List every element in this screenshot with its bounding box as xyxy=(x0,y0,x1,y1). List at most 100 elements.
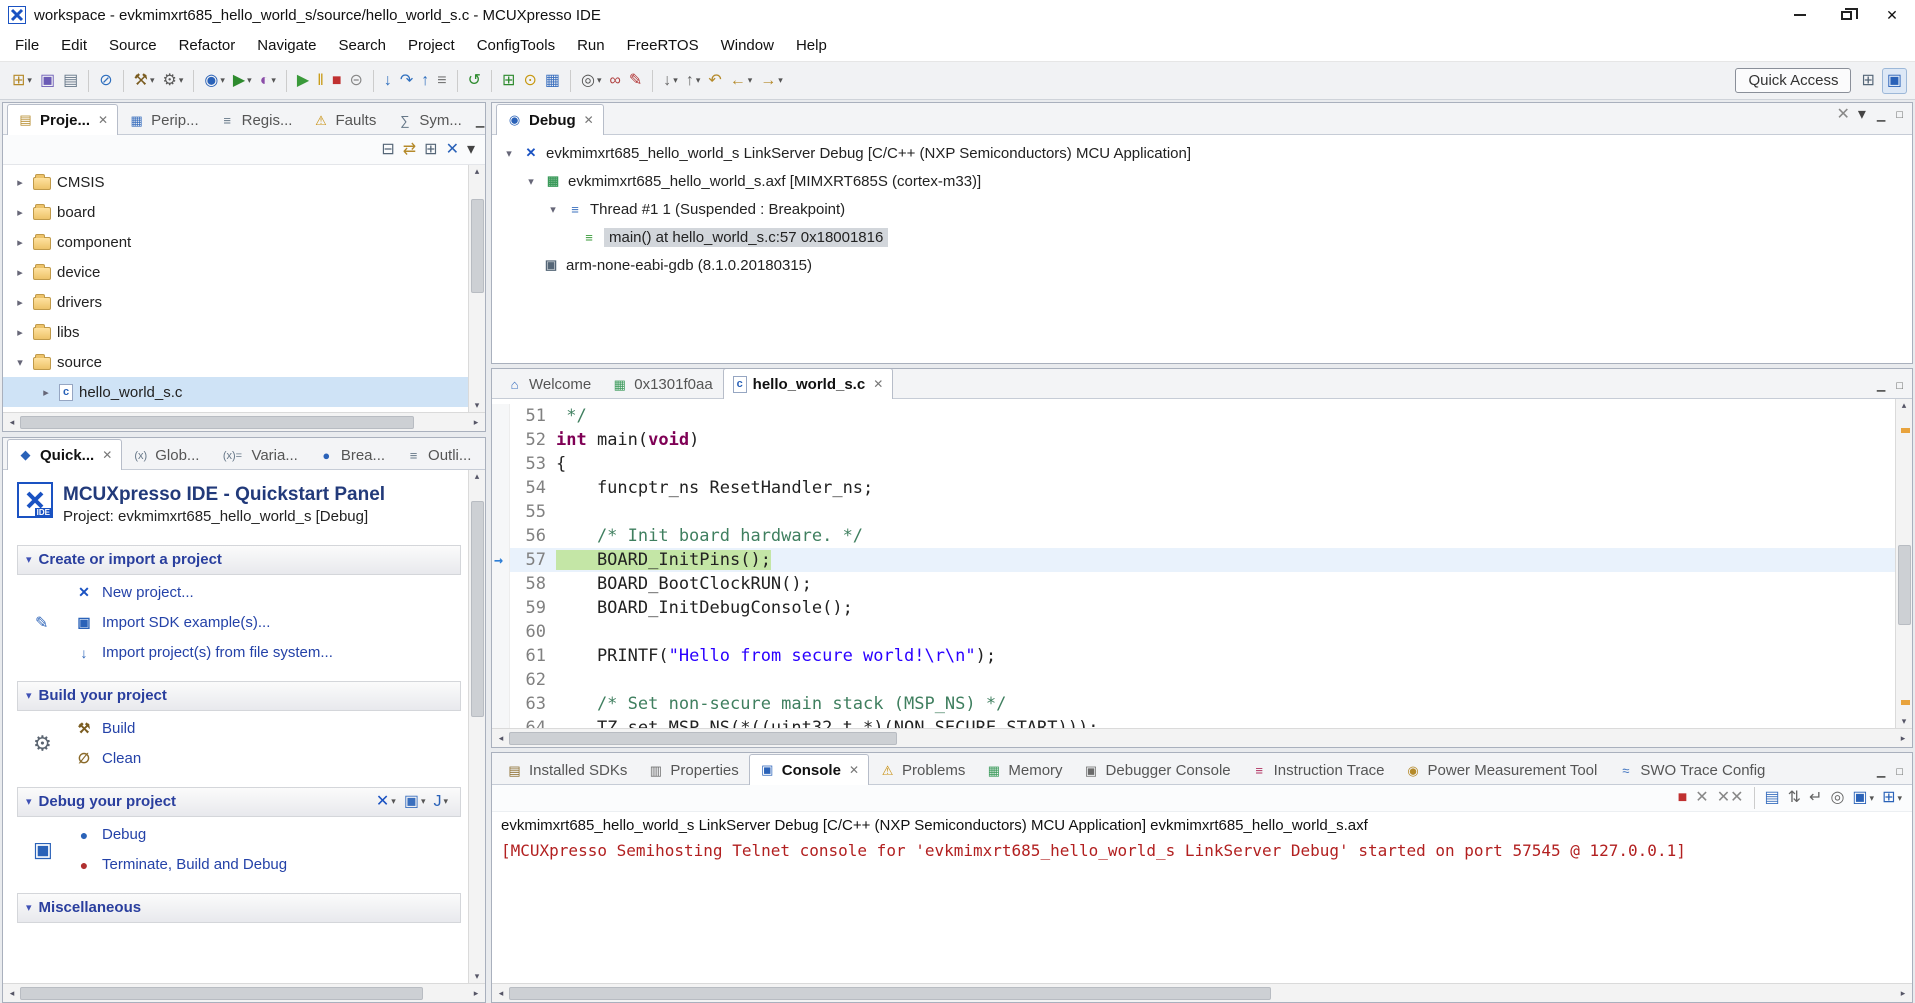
terminate-build-debug-link-row[interactable]: ● Terminate, Build and Debug xyxy=(17,850,461,880)
menu-file[interactable]: File xyxy=(4,30,50,61)
code-line-53[interactable]: 53{ xyxy=(492,452,1912,476)
breakpoint-ruler[interactable] xyxy=(492,452,510,476)
section-build[interactable]: ▾ Build your project xyxy=(17,681,461,711)
tab-memory-address[interactable]: ▦ 0x1301f0aa xyxy=(601,370,722,398)
tab-installed-sdks[interactable]: ▤ Installed SDKs xyxy=(496,756,637,784)
menu-run[interactable]: Run xyxy=(566,30,616,61)
breakpoint-ruler[interactable] xyxy=(492,500,510,524)
breakpoint-ruler[interactable] xyxy=(492,668,510,692)
previous-annotation-icon[interactable]: ↑▾ xyxy=(682,68,705,94)
remove-launch-icon[interactable]: ✕ xyxy=(1691,785,1712,811)
debug-stack-frame-row[interactable]: ≡ main() at hello_world_s.c:57 0x1800181… xyxy=(492,223,1912,251)
collapse-all-icon[interactable]: ⊟ xyxy=(377,137,398,163)
collapse-icon[interactable]: ▾ xyxy=(26,553,32,566)
open-perspective-icon[interactable]: ⊞ xyxy=(1857,68,1878,94)
collapse-icon[interactable]: ▾ xyxy=(26,901,32,914)
instruction-stepping-icon[interactable]: ≡ xyxy=(433,68,450,94)
collapse-icon[interactable]: ▾ xyxy=(502,147,516,160)
scroll-left-icon[interactable]: ◂ xyxy=(4,418,20,427)
breakpoint-ruler[interactable] xyxy=(492,620,510,644)
focus-on-project-icon[interactable]: ✕ xyxy=(442,137,463,163)
expand-selected-icon[interactable]: ⊞ xyxy=(420,137,441,163)
expand-icon[interactable]: ▸ xyxy=(13,176,27,189)
breakpoint-ruler[interactable] xyxy=(492,404,510,428)
terminal-icon[interactable]: ◎▾ xyxy=(577,68,606,94)
new-project-link-row[interactable]: ✕ New project... xyxy=(17,578,461,608)
build-settings-icon[interactable]: ⚙▾ xyxy=(158,68,187,94)
minimize-window-button[interactable] xyxy=(1777,0,1823,30)
maximize-view-icon[interactable]: □ xyxy=(1892,109,1907,121)
tab-hello-world-s-c[interactable]: c hello_world_s.c ✕ xyxy=(723,368,894,399)
menu-configtools[interactable]: ConfigTools xyxy=(466,30,566,61)
debug-gdb-row[interactable]: ▣ arm-none-eabi-gdb (8.1.0.20180315) xyxy=(492,251,1912,279)
close-icon[interactable]: ✕ xyxy=(584,113,594,127)
tree-item-component[interactable]: ▸ component xyxy=(3,227,485,257)
display-selected-console-icon[interactable]: ▣▾ xyxy=(1848,785,1878,811)
scroll-up-icon[interactable]: ▴ xyxy=(1896,401,1912,410)
expand-icon[interactable]: ▸ xyxy=(13,236,27,249)
menu-project[interactable]: Project xyxy=(397,30,466,61)
tab-symbols[interactable]: ∑ Sym... xyxy=(386,106,472,134)
scroll-up-icon[interactable]: ▴ xyxy=(469,472,485,481)
build-icon[interactable]: ⚒▾ xyxy=(130,68,159,94)
save-icon[interactable]: ▣ xyxy=(36,68,59,94)
scroll-right-icon[interactable]: ▸ xyxy=(1895,989,1911,998)
scrollbar-thumb[interactable] xyxy=(1898,545,1911,625)
close-window-button[interactable]: ✕ xyxy=(1869,0,1915,30)
tab-instruction-trace[interactable]: ≡ Instruction Trace xyxy=(1241,756,1395,784)
collapse-icon[interactable]: ▾ xyxy=(524,175,538,188)
scroll-left-icon[interactable]: ◂ xyxy=(4,989,20,998)
console-horizontal-scrollbar[interactable]: ◂ ▸ xyxy=(492,983,1912,1002)
debug-icon[interactable]: ◉▾ xyxy=(200,68,229,94)
new-project-link[interactable]: New project... xyxy=(102,584,194,601)
code-line-52[interactable]: 52int main(void) xyxy=(492,428,1912,452)
pin-console-icon[interactable]: ◎ xyxy=(1826,785,1848,811)
menu-freertos[interactable]: FreeRTOS xyxy=(616,30,710,61)
import-sdk-link-row[interactable]: ✎ ▣ Import SDK example(s)... xyxy=(17,608,461,638)
section-debug[interactable]: ▾ Debug your project ✕▾▣▾J▾ xyxy=(17,787,461,817)
restart-icon[interactable]: ↺ xyxy=(464,68,485,94)
resume-icon[interactable]: ▶ xyxy=(293,68,313,94)
section-miscellaneous[interactable]: ▾ Miscellaneous xyxy=(17,893,461,923)
code-line-54[interactable]: 54 funcptr_ns ResetHandler_ns; xyxy=(492,476,1912,500)
build-link[interactable]: Build xyxy=(102,720,135,737)
skip-all-breakpoints-icon[interactable]: ⊘ xyxy=(95,68,116,94)
clean-link-row[interactable]: ∅ Clean xyxy=(17,744,461,774)
debug-perspective-icon[interactable]: ▣ xyxy=(1882,68,1907,94)
menu-help[interactable]: Help xyxy=(785,30,838,61)
expand-icon[interactable]: ▸ xyxy=(39,386,53,399)
scrollbar-thumb[interactable] xyxy=(509,732,897,745)
collapse-icon[interactable]: ▾ xyxy=(13,356,27,369)
run-icon[interactable]: ▶▾ xyxy=(229,68,256,94)
open-console-icon[interactable]: ⊞▾ xyxy=(1878,785,1906,811)
expand-icon[interactable]: ▸ xyxy=(13,326,27,339)
code-line-61[interactable]: 61 PRINTF("Hello from secure world!\r\n"… xyxy=(492,644,1912,668)
tab-quickstart[interactable]: ◆ Quick... ✕ xyxy=(7,439,122,470)
code-line-51[interactable]: 51 */ xyxy=(492,404,1912,428)
clear-console-icon[interactable]: ▤ xyxy=(1761,785,1784,811)
tab-breakpoints[interactable]: ● Brea... xyxy=(308,441,395,469)
close-icon[interactable]: ✕ xyxy=(102,448,112,462)
maximize-view-icon[interactable]: □ xyxy=(1892,766,1907,778)
tab-peripherals[interactable]: ▦ Perip... xyxy=(118,106,209,134)
ide-generic-debug-icon[interactable]: ▣▾ xyxy=(400,789,430,815)
debug-link[interactable]: Debug xyxy=(102,826,146,843)
scroll-down-icon[interactable]: ▾ xyxy=(1896,717,1912,726)
scrollbar-thumb[interactable] xyxy=(20,416,414,429)
print-icon[interactable]: ▤ xyxy=(59,68,82,94)
suspend-icon[interactable]: ‖ xyxy=(313,68,328,94)
last-edit-location-icon[interactable]: ↶ xyxy=(704,68,725,94)
annotation-marker[interactable] xyxy=(1901,700,1910,705)
tab-memory[interactable]: ▦ Memory xyxy=(975,756,1072,784)
debug-program-row[interactable]: ▾ ▦ evkmimxrt685_hello_world_s.axf [MIMX… xyxy=(492,167,1912,195)
clocks-tool-icon[interactable]: ⊙ xyxy=(519,68,540,94)
code-line-56[interactable]: 56 /* Init board hardware. */ xyxy=(492,524,1912,548)
disconnect-icon[interactable]: ⊝ xyxy=(345,68,366,94)
tree-item-hello-world-s-c[interactable]: ▸ c hello_world_s.c xyxy=(3,377,485,407)
collapse-icon[interactable]: ▾ xyxy=(26,795,32,808)
menu-refactor[interactable]: Refactor xyxy=(168,30,247,61)
peripherals-tool-icon[interactable]: ▦ xyxy=(541,68,564,94)
terminate-console-icon[interactable]: ■ xyxy=(1674,785,1692,811)
expand-icon[interactable]: ▸ xyxy=(13,206,27,219)
minimize-view-icon[interactable]: ▁ xyxy=(1873,765,1889,778)
